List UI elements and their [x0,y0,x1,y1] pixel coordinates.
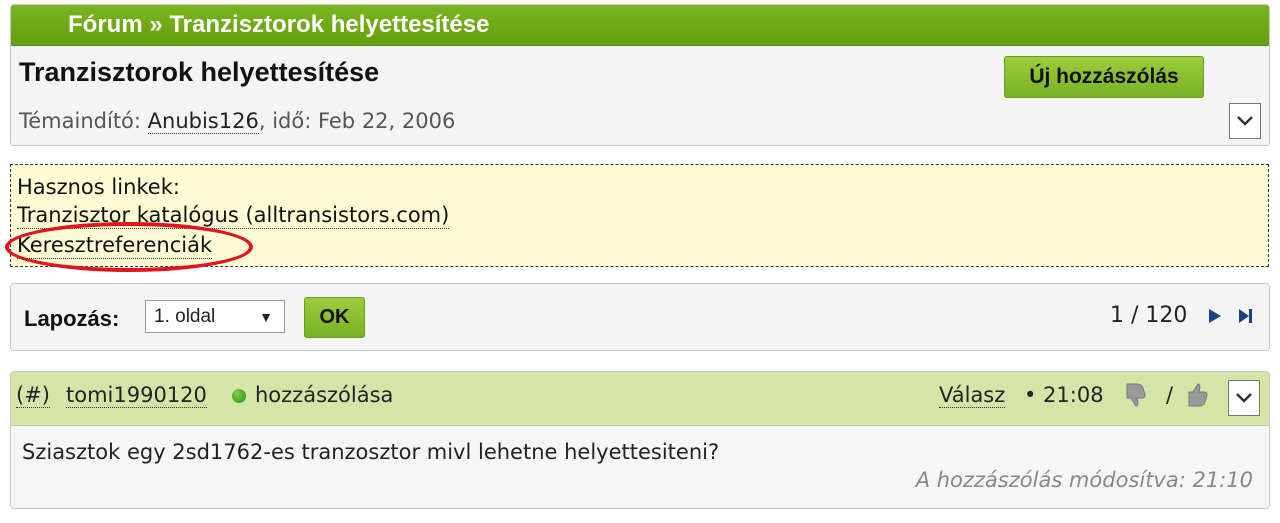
vote-separator: / [1166,383,1174,407]
topic-starter-label: Témaindító: [19,109,148,133]
chevron-down-icon [1236,393,1252,403]
page-select-value: 1. oldal [154,305,216,327]
topic-starter-user[interactable]: Anubis126 [147,109,259,134]
post-author-suffix: hozzászólása [255,383,394,407]
post-permalink[interactable]: (#) [16,383,50,408]
breadcrumb-bar: Fórum » Tranzisztorok helyettesítése [11,5,1269,46]
pagination-label: Lapozás: [24,306,120,331]
topic-options-dropdown[interactable] [1229,103,1261,139]
ok-button[interactable]: OK [304,297,365,338]
thumbs-down-icon[interactable] [1124,382,1148,408]
highlight-oval [5,222,253,272]
play-next-icon[interactable] [1208,308,1222,324]
chevron-down-icon [1237,116,1253,126]
topic-meta: Témaindító: Anubis126, idő: Feb 22, 2006 [19,109,456,134]
select-arrow-icon: ▼ [259,309,273,325]
page-select[interactable]: 1. oldal ▼ [145,300,285,333]
post-header: (#) tomi1990120 hozzászólása Válasz • 21… [11,372,1269,426]
breadcrumb[interactable]: Fórum » Tranzisztorok helyettesítése [68,11,489,39]
pagination-bar: Lapozás: 1. oldal ▼ OK 1 / 120 [10,283,1270,351]
reply-link[interactable]: Válasz [939,383,1006,408]
post-body: Sziasztok egy 2sd1762-es tranzosztor miv… [22,440,720,464]
post-edited-note: A hozzászólás módosítva: 21:10 [915,468,1253,492]
topic-start-date: , idő: Feb 22, 2006 [258,109,456,133]
post-options-dropdown[interactable] [1228,380,1260,416]
new-post-button[interactable]: Új hozzászólás [1004,56,1204,98]
topic-header-panel: Fórum » Tranzisztorok helyettesítése Tra… [10,4,1270,146]
post: (#) tomi1990120 hozzászólása Válasz • 21… [10,371,1270,509]
post-author[interactable]: tomi1990120 [66,383,207,408]
post-time: • 21:08 [1024,383,1104,407]
thumbs-up-icon[interactable] [1186,382,1210,408]
useful-links-heading: Hasznos linkek: [17,175,180,199]
page-title: Tranzisztorok helyettesítése [19,57,380,87]
skip-last-icon[interactable] [1238,308,1254,324]
page-count: 1 / 120 [1110,303,1188,328]
online-status-icon [232,389,246,403]
